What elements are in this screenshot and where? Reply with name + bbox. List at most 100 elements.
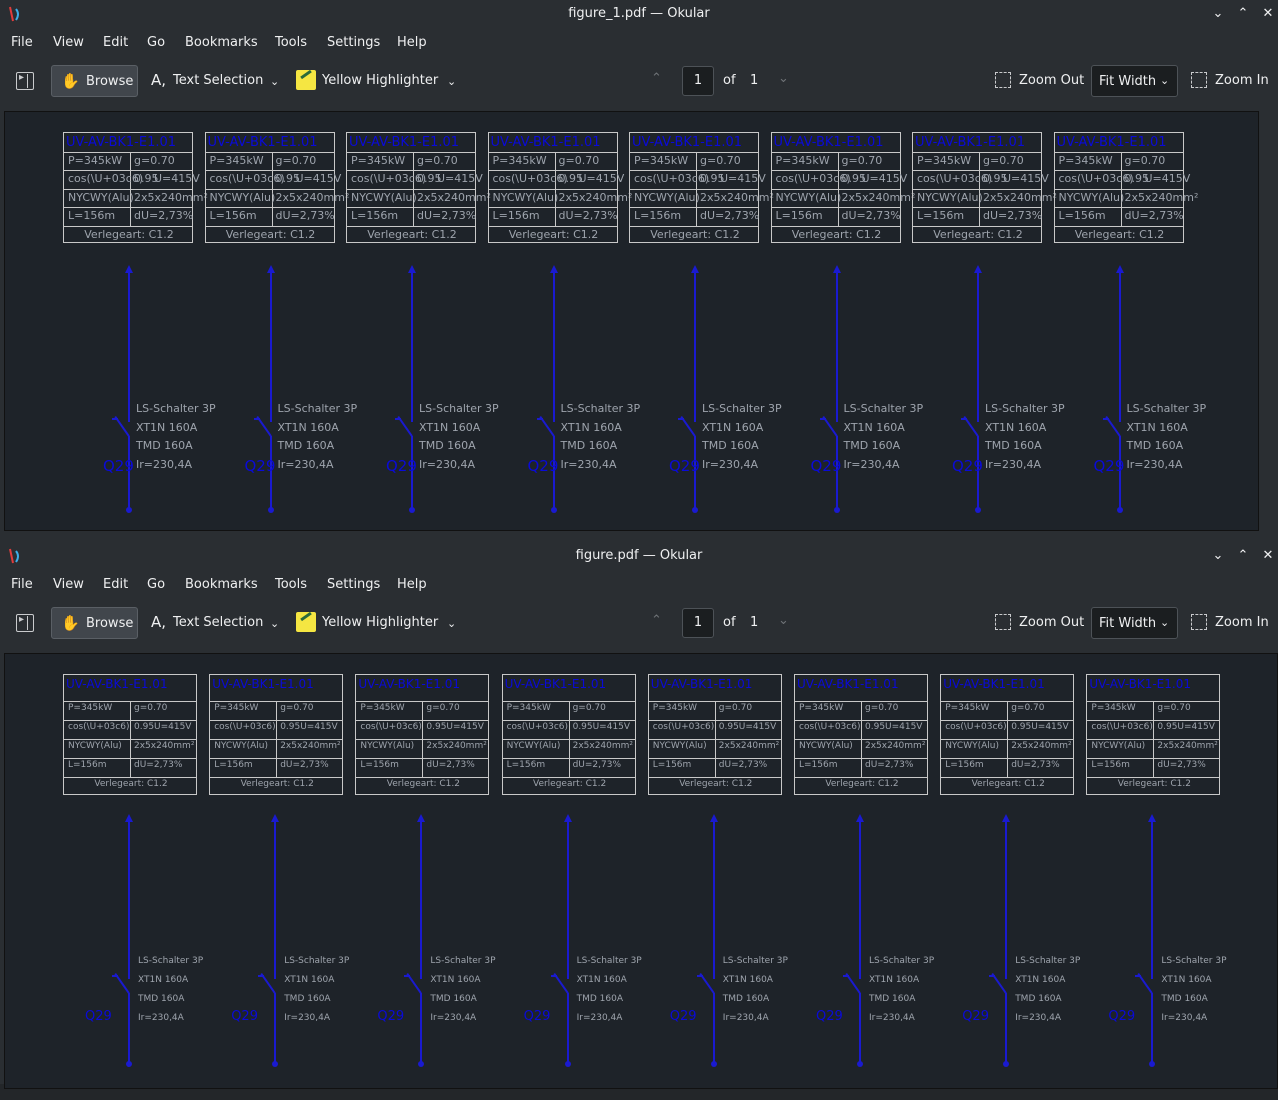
table-row-divider xyxy=(630,151,758,153)
zoom-mode-select[interactable]: Fit Width ⌄ xyxy=(1091,607,1178,639)
document-canvas[interactable]: UV-AV-BK1-E1.01 P=345kW g=0.70 cos(\U+03c6)… xyxy=(4,653,1278,1089)
cos-phi-value: 0.95 xyxy=(572,722,593,732)
zoom-mode-select[interactable]: Fit Width ⌄ xyxy=(1091,65,1178,97)
device-designation: Q29 xyxy=(816,1009,843,1024)
hand-icon: ✋ xyxy=(61,72,80,90)
device-designation: Q29 xyxy=(1108,1009,1136,1024)
menu-bookmarks[interactable]: Bookmarks xyxy=(185,577,258,592)
breaker-type: LS-Schalter 3P xyxy=(277,402,358,415)
chevron-down-icon[interactable]: ⌄ xyxy=(270,75,279,88)
minimize-button[interactable]: ⌄ xyxy=(1208,4,1228,24)
device-designation: Q29 xyxy=(810,457,842,475)
breaker-model: XT1N 160A xyxy=(419,420,481,434)
close-button[interactable]: ✕ xyxy=(1258,546,1278,566)
menu-go[interactable]: Go xyxy=(147,577,165,592)
voltage-drop: dU=2,73% xyxy=(1157,760,1206,770)
menu-tools[interactable]: Tools xyxy=(275,35,307,50)
page-number-input[interactable]: 1 xyxy=(682,66,714,96)
menu-settings[interactable]: Settings xyxy=(327,577,380,592)
menu-file[interactable]: File xyxy=(11,577,33,592)
menu-help[interactable]: Help xyxy=(397,35,427,50)
next-page-button[interactable]: ⌄ xyxy=(778,71,789,86)
previous-page-button[interactable]: ⌃ xyxy=(651,71,662,86)
breaker-contact xyxy=(536,418,543,420)
breaker-type: LS-Schalter 3P xyxy=(138,956,204,966)
feeder-name: UV-AV-BK1-E1.01 xyxy=(66,677,168,691)
wire-terminal xyxy=(710,1061,717,1067)
minimize-button[interactable]: ⌄ xyxy=(1208,546,1228,566)
rated-current: Ir=230,4A xyxy=(1161,1013,1208,1023)
menu-view[interactable]: View xyxy=(53,35,84,50)
rated-current: Ir=230,4A xyxy=(869,1013,915,1023)
device-designation: Q29 xyxy=(1093,457,1125,475)
hand-icon: ✋ xyxy=(61,614,80,632)
g-value: g=0.70 xyxy=(275,153,317,167)
cable-size: 2x5x240mm² xyxy=(275,190,350,204)
chevron-down-icon[interactable]: ⌄ xyxy=(447,617,456,630)
breaker-model: XT1N 160A xyxy=(138,975,189,985)
table-row-divider xyxy=(488,225,617,227)
wire-line xyxy=(1151,820,1154,979)
cable-type: NYCWY(Alu) xyxy=(634,190,700,204)
titlebar[interactable]: figure.pdf — Okular ⌄ ⌃ ✕ xyxy=(0,542,1278,570)
menu-tools[interactable]: Tools xyxy=(275,577,307,592)
browse-button[interactable]: ✋ Browse xyxy=(51,65,138,97)
trip-unit: TMD 160A xyxy=(722,994,770,1004)
menu-bookmarks[interactable]: Bookmarks xyxy=(185,35,258,50)
next-page-button[interactable]: ⌄ xyxy=(778,613,789,628)
menu-file[interactable]: File xyxy=(11,35,33,50)
voltage-value: U=415V xyxy=(720,172,766,185)
wire-line xyxy=(566,820,569,979)
menu-help[interactable]: Help xyxy=(397,577,427,592)
sidebar-toggle-icon[interactable]: ▸ xyxy=(16,614,34,632)
breaker-type: LS-Schalter 3P xyxy=(722,956,788,966)
power-value: P=345kW xyxy=(68,153,123,167)
cos-phi-label: cos(\U+03c6) xyxy=(68,722,130,732)
trip-unit: TMD 160A xyxy=(576,994,623,1004)
close-button[interactable]: ✕ xyxy=(1258,4,1278,24)
breaker-contact xyxy=(819,418,826,420)
menu-settings[interactable]: Settings xyxy=(327,35,380,50)
cos-phi-label: cos(\U+03c6) xyxy=(506,722,569,732)
trip-unit: TMD 160A xyxy=(430,994,477,1004)
wire-line xyxy=(274,993,277,1064)
menu-edit[interactable]: Edit xyxy=(103,35,128,50)
sidebar-toggle-icon[interactable]: ▸ xyxy=(16,72,34,90)
titlebar[interactable]: figure_1.pdf — Okular ⌄ ⌃ ✕ xyxy=(0,0,1278,28)
menu-go[interactable]: Go xyxy=(147,35,165,50)
voltage-drop: dU=2,73% xyxy=(841,209,901,222)
table-row-divider xyxy=(913,170,1041,171)
chevron-down-icon[interactable]: ⌄ xyxy=(447,75,456,88)
trip-unit: TMD 160A xyxy=(1161,994,1208,1004)
feeder-name: UV-AV-BK1-E1.01 xyxy=(650,677,753,691)
rated-current: Ir=230,4A xyxy=(843,457,900,471)
voltage-drop: dU=2,73% xyxy=(280,760,329,770)
table-row-divider xyxy=(64,151,192,153)
table-row-divider xyxy=(347,207,475,208)
menu-view[interactable]: View xyxy=(53,577,84,592)
cos-phi-value: 0.95 xyxy=(134,722,155,732)
breaker-contact xyxy=(696,975,703,977)
install-method: Verlegeart: C1.2 xyxy=(825,779,899,789)
table-row-divider xyxy=(488,151,617,153)
browse-button[interactable]: ✋ Browse xyxy=(51,607,138,639)
voltage-drop: dU=2,73% xyxy=(134,209,194,222)
table-column-divider xyxy=(1120,151,1122,226)
menubar: File View Edit Go Bookmarks Tools Settin… xyxy=(0,572,1278,598)
chevron-down-icon[interactable]: ⌄ xyxy=(270,617,279,630)
device-designation: Q29 xyxy=(669,457,700,475)
feeder-name: UV-AV-BK1-E1.01 xyxy=(349,135,460,150)
breaker-contact xyxy=(253,418,260,420)
menu-edit[interactable]: Edit xyxy=(103,577,128,592)
previous-page-button[interactable]: ⌃ xyxy=(651,613,662,628)
device-designation: Q29 xyxy=(527,457,559,475)
document-canvas[interactable]: UV-AV-BK1-E1.01 P=345kW g=0.70 cos(\U+03c6)… xyxy=(4,111,1259,531)
breaker-contact xyxy=(1135,975,1142,977)
table-row-divider xyxy=(488,170,617,171)
table-column-divider xyxy=(554,151,556,226)
maximize-button[interactable]: ⌃ xyxy=(1233,4,1253,24)
feeder-name: UV-AV-BK1-E1.01 xyxy=(797,677,899,691)
maximize-button[interactable]: ⌃ xyxy=(1233,546,1253,566)
page-number-input[interactable]: 1 xyxy=(682,608,714,638)
feeder-info-box: UV-AV-BK1-E1.01 P=345kW g=0.70 cos(\U+03c6)… xyxy=(647,674,782,795)
